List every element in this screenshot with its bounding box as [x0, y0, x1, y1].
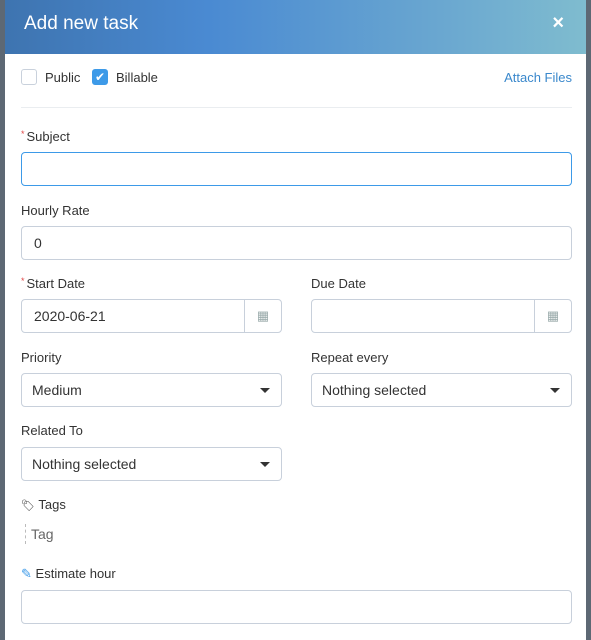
close-icon[interactable]: ×: [552, 12, 564, 35]
start-date-label: * Start Date: [21, 276, 86, 291]
priority-select[interactable]: Medium: [21, 373, 282, 407]
repeat-every-select[interactable]: Nothing selected: [311, 373, 572, 407]
public-checkbox[interactable]: [21, 69, 37, 85]
check-icon: ✔: [94, 70, 106, 84]
estimate-hour-label: ✎ Estimate hour: [21, 566, 116, 581]
tag-icon: 🏷: [21, 500, 35, 512]
start-date-value: 2020-06-21: [34, 308, 106, 324]
divider: [21, 107, 572, 108]
related-to-value: Nothing selected: [32, 456, 137, 472]
billable-label: Billable: [116, 70, 158, 85]
attach-files-link[interactable]: Attach Files: [504, 70, 572, 85]
caret-down-icon: [260, 462, 270, 467]
estimate-hour-input[interactable]: [21, 590, 572, 624]
due-date-input[interactable]: ▦: [311, 299, 572, 333]
related-to-label: Related To: [21, 423, 83, 438]
add-task-modal: Add new task × Public ✔ Billable Attach …: [5, 0, 586, 640]
repeat-every-label: Repeat every: [311, 350, 389, 365]
subject-label: * Subject: [21, 129, 70, 144]
caret-down-icon: [260, 388, 270, 393]
hourly-rate-input[interactable]: 0: [21, 226, 572, 260]
caret-down-icon: [550, 388, 560, 393]
repeat-every-value: Nothing selected: [322, 382, 427, 398]
related-to-select[interactable]: Nothing selected: [21, 447, 282, 481]
calendar-icon[interactable]: ▦: [244, 300, 281, 332]
due-date-label: Due Date: [311, 276, 366, 291]
edit-icon: ✎: [21, 566, 32, 581]
start-date-input[interactable]: 2020-06-21 ▦: [21, 299, 282, 333]
priority-label: Priority: [21, 350, 62, 365]
calendar-icon[interactable]: ▦: [534, 300, 571, 332]
modal-title: Add new task: [24, 13, 139, 34]
subject-input[interactable]: [21, 152, 572, 186]
hourly-rate-label: Hourly Rate: [21, 203, 90, 218]
tags-input[interactable]: Tag: [25, 524, 54, 544]
billable-checkbox[interactable]: ✔: [92, 69, 108, 85]
public-label: Public: [45, 70, 81, 85]
modal-header: Add new task ×: [5, 0, 586, 54]
tags-label: 🏷 Tags: [21, 497, 66, 512]
priority-value: Medium: [32, 382, 82, 398]
